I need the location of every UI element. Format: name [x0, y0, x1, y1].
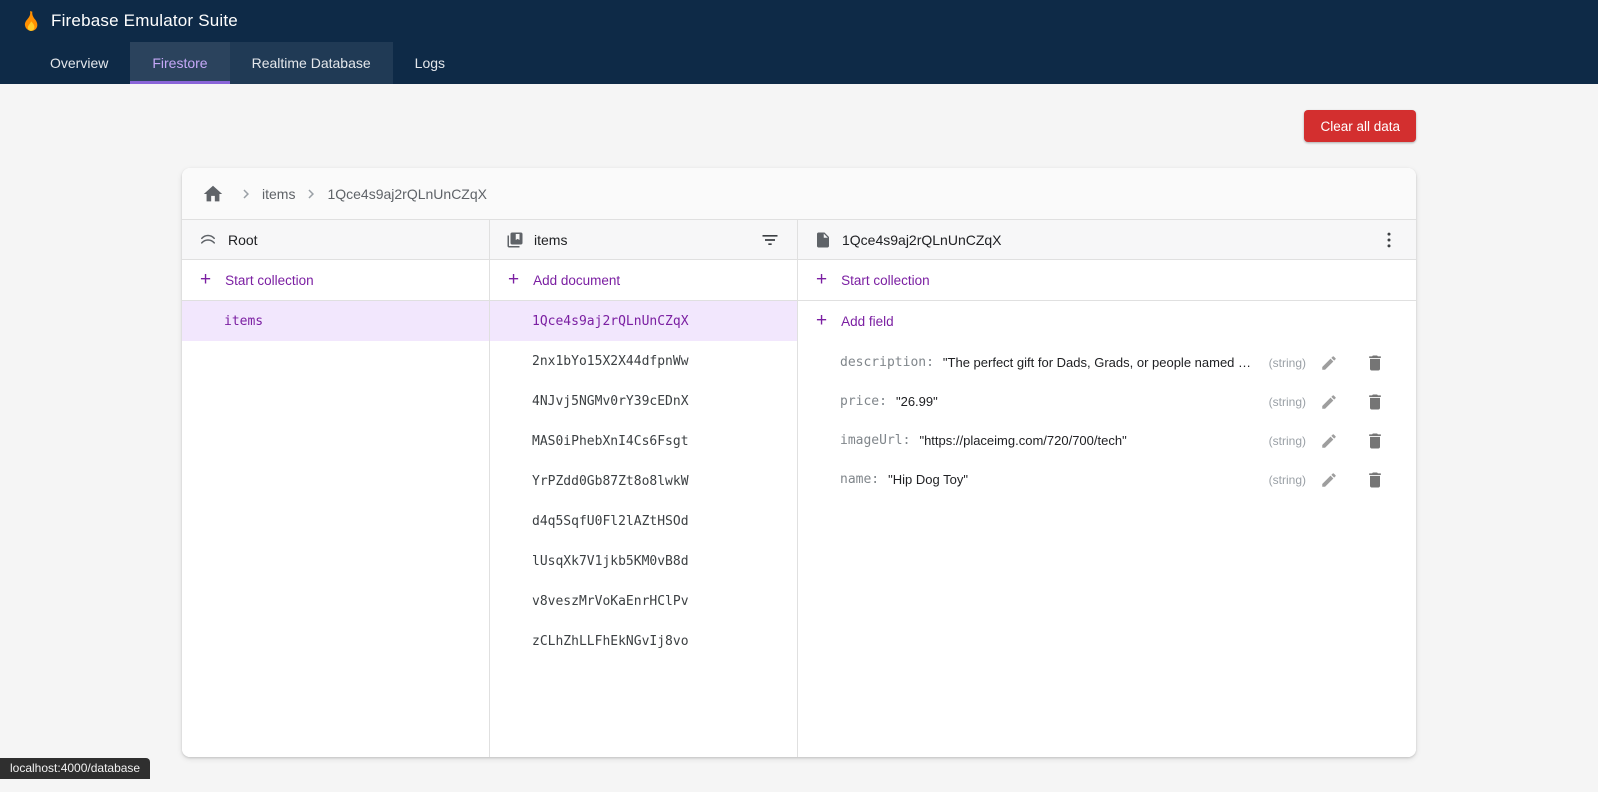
collection-list-item[interactable]: items: [182, 301, 489, 341]
document-list-item[interactable]: zCLhZhLLFhEkNGvIj8vo: [490, 621, 797, 661]
delete-icon[interactable]: [1360, 426, 1390, 456]
tab-realtime-database[interactable]: Realtime Database: [230, 42, 393, 84]
edit-icon[interactable]: [1314, 387, 1344, 417]
start-collection-button[interactable]: + Start collection: [798, 260, 1416, 301]
start-collection-label: Start collection: [841, 273, 930, 288]
tab-logs[interactable]: Logs: [393, 42, 467, 84]
database-root-icon: [198, 230, 218, 250]
field-name: price:: [840, 394, 887, 409]
breadcrumb-document: 1Qce4s9aj2rQLnUnCZqX: [327, 186, 487, 202]
collection-panel-header: items: [490, 220, 797, 260]
root-panel-header: Root: [182, 220, 489, 260]
field-name: description:: [840, 355, 934, 370]
app-header: Firebase Emulator Suite Overview Firesto…: [0, 0, 1598, 84]
document-list-item[interactable]: 4NJvj5NGMv0rY39cEDnX: [490, 381, 797, 421]
field-actions: [1314, 426, 1390, 456]
start-collection-button[interactable]: + Start collection: [182, 260, 489, 301]
root-panel: Root + Start collection items: [182, 220, 490, 757]
field-value: "Hip Dog Toy": [888, 472, 968, 487]
plus-icon: +: [200, 270, 211, 289]
field-name: name:: [840, 472, 879, 487]
start-collection-label: Start collection: [225, 273, 314, 288]
field-row: name: "Hip Dog Toy" (string): [798, 460, 1416, 499]
field-value: "https://placeimg.com/720/700/tech": [919, 433, 1126, 448]
field-value: "26.99": [896, 394, 938, 409]
firestore-panel-card: items 1Qce4s9aj2rQLnUnCZqX Root +: [182, 168, 1416, 757]
plus-icon: +: [508, 270, 519, 289]
delete-icon[interactable]: [1360, 387, 1390, 417]
filter-icon[interactable]: [755, 225, 785, 255]
tab-overview[interactable]: Overview: [28, 42, 130, 84]
document-list-item[interactable]: YrPZdd0Gb87Zt8o8lwkW: [490, 461, 797, 501]
collection-panel: items + Add document 1Qce4s9aj2rQLnUnCZq…: [490, 220, 798, 757]
plus-icon: +: [816, 270, 827, 289]
field-row: price: "26.99" (string): [798, 382, 1416, 421]
breadcrumb-collection[interactable]: items: [262, 186, 295, 202]
field-row: description: "The perfect gift for Dads,…: [798, 343, 1416, 382]
field-actions: [1314, 348, 1390, 378]
document-panel-title: 1Qce4s9aj2rQLnUnCZqX: [842, 232, 1002, 248]
more-vert-icon[interactable]: [1374, 225, 1404, 255]
field-type: (string): [1257, 434, 1306, 448]
breadcrumb: items 1Qce4s9aj2rQLnUnCZqX: [182, 168, 1416, 220]
app-title: Firebase Emulator Suite: [51, 11, 238, 31]
collection-panel-title: items: [534, 232, 567, 248]
field-type: (string): [1257, 473, 1306, 487]
document-icon: [814, 231, 832, 249]
document-list-item[interactable]: MAS0iPhebXnI4Cs6Fsgt: [490, 421, 797, 461]
edit-icon[interactable]: [1314, 426, 1344, 456]
add-field-button[interactable]: + Add field: [798, 301, 1416, 342]
chevron-right-icon: [302, 185, 320, 203]
field-type: (string): [1257, 356, 1306, 370]
tab-firestore[interactable]: Firestore: [130, 42, 229, 84]
field-type: (string): [1257, 395, 1306, 409]
field-actions: [1314, 387, 1390, 417]
document-list-item[interactable]: 1Qce4s9aj2rQLnUnCZqX: [490, 301, 797, 341]
field-value: "The perfect gift for Dads, Grads, or pe…: [943, 355, 1257, 370]
field-row: imageUrl: "https://placeimg.com/720/700/…: [798, 421, 1416, 460]
chevron-right-icon: [237, 185, 255, 203]
document-list-item[interactable]: d4q5SqfU0Fl2lAZtHSOd: [490, 501, 797, 541]
app-title-bar: Firebase Emulator Suite: [0, 0, 1598, 42]
status-url-tooltip: localhost:4000/database: [0, 758, 150, 779]
document-list-item[interactable]: lUsqXk7V1jkb5KM0vB8d: [490, 541, 797, 581]
delete-icon[interactable]: [1360, 465, 1390, 495]
edit-icon[interactable]: [1314, 348, 1344, 378]
field-list: description: "The perfect gift for Dads,…: [798, 342, 1416, 499]
document-list-item[interactable]: 2nx1bYo15X2X44dfpnWw: [490, 341, 797, 381]
edit-icon[interactable]: [1314, 465, 1344, 495]
main-nav: Overview Firestore Realtime Database Log…: [0, 42, 1598, 84]
firebase-logo-icon: [20, 9, 40, 34]
add-document-button[interactable]: + Add document: [490, 260, 797, 301]
home-icon[interactable]: [202, 183, 224, 205]
document-panel-header: 1Qce4s9aj2rQLnUnCZqX: [798, 220, 1416, 260]
main-content: Clear all data items 1Qce4s9aj2rQLnUnCZq…: [182, 84, 1416, 757]
field-actions: [1314, 465, 1390, 495]
plus-icon: +: [816, 311, 827, 330]
root-panel-title: Root: [228, 232, 258, 248]
add-field-label: Add field: [841, 314, 894, 329]
delete-icon[interactable]: [1360, 348, 1390, 378]
field-name: imageUrl:: [840, 433, 910, 448]
document-panel: 1Qce4s9aj2rQLnUnCZqX + Start collection …: [798, 220, 1416, 757]
collection-icon: [506, 231, 524, 249]
add-document-label: Add document: [533, 273, 620, 288]
document-list-item[interactable]: v8veszMrVoKaEnrHClPv: [490, 581, 797, 621]
firestore-panels: Root + Start collection items items: [182, 220, 1416, 757]
clear-all-data-button[interactable]: Clear all data: [1304, 110, 1416, 142]
toolbar: Clear all data: [182, 84, 1416, 168]
